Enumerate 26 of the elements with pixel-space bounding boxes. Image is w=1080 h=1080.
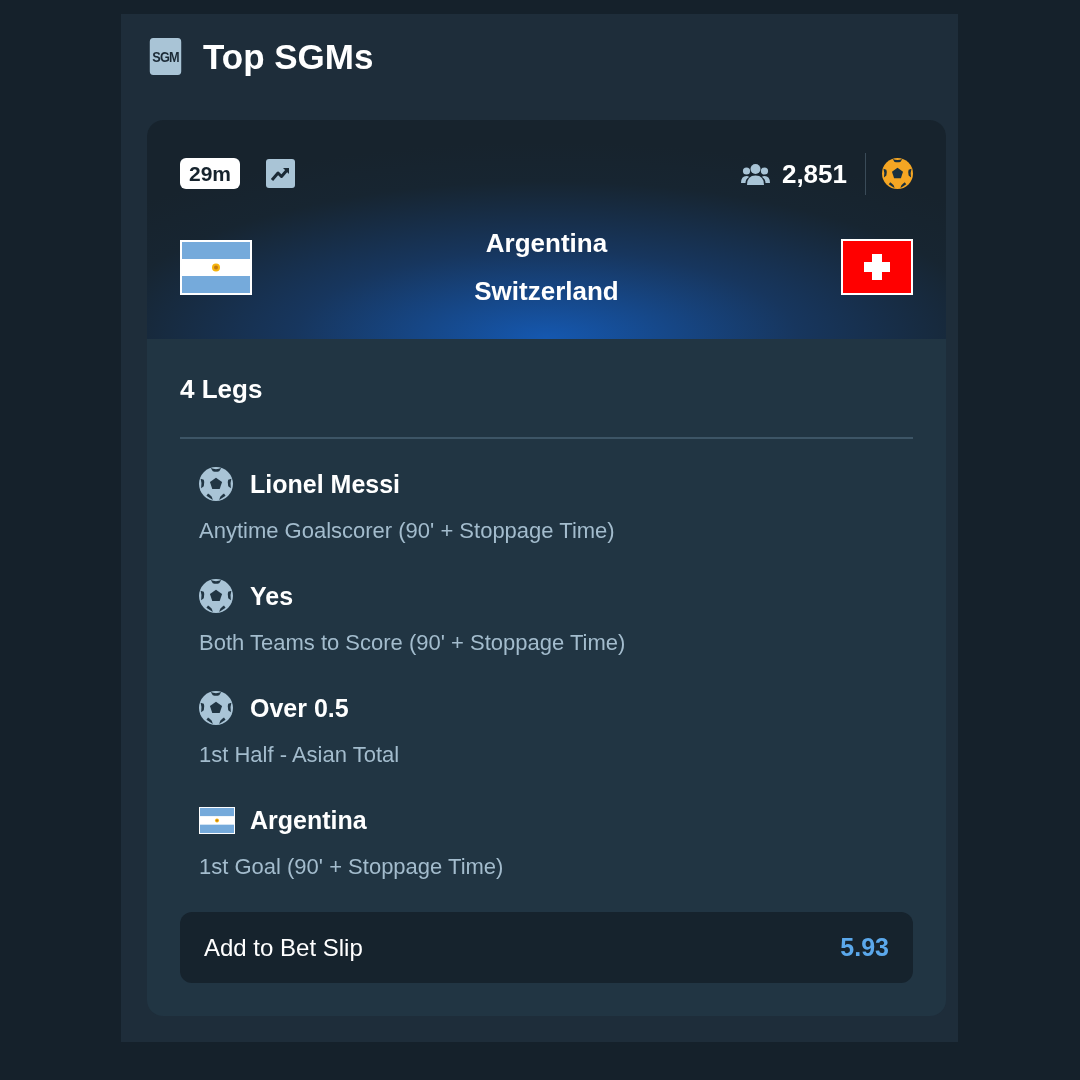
leg-market: Anytime Goalscorer (90' + Stoppage Time) [199,517,616,545]
soccer-ball-icon [199,467,233,501]
sgm-logo-icon: SGM [149,37,182,75]
switzerland-flag-icon [841,239,913,295]
bettors-count: 2,851 [781,160,847,187]
leg-market: 1st Goal (90' + Stoppage Time) [199,853,505,881]
leg-selection: Over 0.5 [250,693,349,724]
time-badge: 29m [180,158,241,189]
away-team-name: Switzerland [474,275,619,308]
odds-value: 5.93 [840,931,889,963]
trending-up-icon [266,159,296,188]
leg-selection: Argentina [250,805,367,836]
users-icon [740,162,770,185]
leg-selection: Lionel Messi [250,469,401,500]
leg-selection: Yes [250,581,294,612]
leg-market: 1st Half - Asian Total [199,741,401,769]
button-label: Add to Bet Slip [204,932,363,963]
soccer-ball-icon [199,691,233,725]
soccer-ball-icon [882,158,913,189]
legs-count: 4 Legs [180,373,264,405]
leg-market: Both Teams to Score (90' + Stoppage Time) [199,629,627,657]
home-team-name: Argentina [485,227,608,260]
argentina-flag-icon [180,239,252,295]
add-to-bet-slip-button[interactable]: Add to Bet Slip 5.93 [180,912,913,983]
soccer-ball-icon [199,579,233,613]
section-title: Top SGMs [203,38,374,74]
